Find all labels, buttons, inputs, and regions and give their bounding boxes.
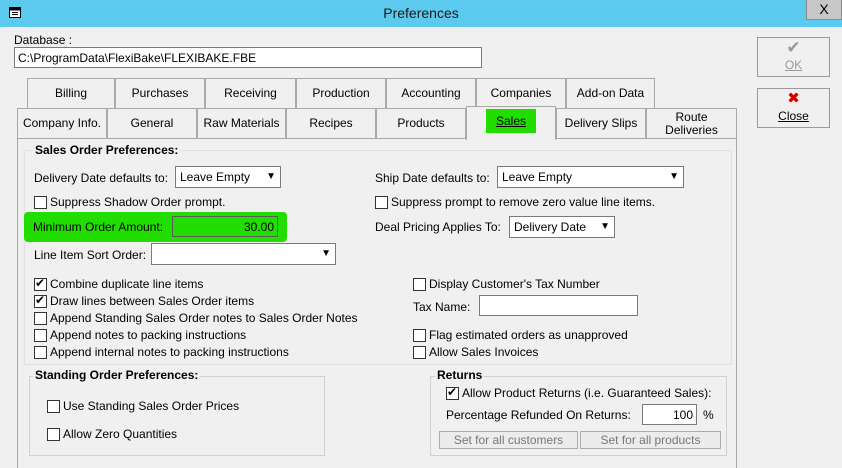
deal-pricing-value: Delivery Date (514, 220, 587, 234)
tab-raw-materials[interactable]: Raw Materials (197, 108, 286, 142)
database-path-input[interactable] (14, 47, 482, 68)
suppress-shadow-checkbox[interactable] (34, 196, 47, 209)
title-bar: Preferences (0, 0, 842, 27)
deal-pricing-label: Deal Pricing Applies To: (375, 220, 501, 234)
ok-button[interactable]: ✔ OK (757, 37, 830, 77)
returns-title: Returns (435, 368, 485, 382)
delivery-date-select[interactable]: Leave Empty ▼ (175, 166, 281, 188)
display-tax-label: Display Customer's Tax Number (429, 277, 600, 291)
draw-lines-checkbox[interactable] (34, 293, 47, 308)
tab-purchases[interactable]: Purchases (115, 78, 205, 110)
tab-add-on-data[interactable]: Add-on Data (566, 78, 655, 110)
delivery-date-value: Leave Empty (180, 170, 251, 184)
tax-name-input[interactable] (479, 295, 638, 316)
sort-order-select[interactable]: ▼ (151, 243, 336, 265)
chevron-down-icon: ▼ (321, 248, 331, 259)
flag-estimated-checkbox[interactable] (413, 329, 426, 342)
allow-invoices-label: Allow Sales Invoices (429, 345, 539, 359)
close-icon: ✖ (787, 90, 800, 107)
database-label: Database : (14, 33, 73, 47)
append-internal-label: Append internal notes to packing instruc… (50, 345, 289, 359)
chevron-down-icon: ▼ (669, 171, 679, 182)
check-icon: ✔ (786, 38, 801, 57)
tab-recipes[interactable]: Recipes (286, 108, 376, 142)
min-order-input[interactable] (172, 216, 278, 237)
tab-company-info[interactable]: Company Info. (17, 108, 107, 142)
draw-lines-label: Draw lines between Sales Order items (50, 294, 255, 308)
allow-returns-label: Allow Product Returns (i.e. Guaranteed S… (462, 386, 712, 400)
tab-sales-label: Sales (485, 109, 537, 133)
tab-products[interactable]: Products (376, 108, 466, 142)
allow-zero-label: Allow Zero Quantities (63, 427, 178, 441)
append-packing-label: Append notes to packing instructions (50, 328, 247, 342)
tab-accounting[interactable]: Accounting (386, 78, 476, 110)
window-title: Preferences (383, 5, 459, 21)
standing-order-group (29, 376, 325, 456)
ok-label: OK (784, 58, 803, 72)
chevron-down-icon: ▼ (600, 221, 610, 232)
chevron-down-icon: ▼ (266, 171, 276, 182)
window-close-button[interactable]: X (806, 0, 842, 20)
percentage-refunded-label: Percentage Refunded On Returns: (446, 408, 631, 422)
suppress-zero-checkbox[interactable] (375, 196, 388, 209)
deal-pricing-select[interactable]: Delivery Date ▼ (509, 216, 615, 238)
allow-zero-checkbox[interactable] (47, 428, 60, 441)
tab-production[interactable]: Production (296, 78, 386, 110)
append-standing-label: Append Standing Sales Order notes to Sal… (50, 311, 358, 325)
standing-prices-checkbox[interactable] (47, 400, 60, 413)
percent-unit: % (703, 408, 714, 422)
append-internal-checkbox[interactable] (34, 346, 47, 359)
tab-sales[interactable]: Sales (466, 106, 556, 140)
close-label: Close (778, 109, 809, 123)
sort-order-label: Line Item Sort Order: (34, 248, 147, 262)
ship-date-value: Leave Empty (502, 170, 573, 184)
ship-date-label: Ship Date defaults to: (375, 171, 490, 185)
tab-delivery-slips[interactable]: Delivery Slips (556, 108, 646, 142)
allow-returns-checkbox[interactable] (446, 385, 459, 400)
suppress-shadow-label: Suppress Shadow Order prompt. (50, 195, 226, 209)
set-all-customers-button[interactable]: Set for all customers (439, 431, 578, 449)
suppress-zero-label: Suppress prompt to remove zero value lin… (391, 195, 656, 209)
tax-name-label: Tax Name: (413, 300, 471, 314)
append-standing-checkbox[interactable] (34, 312, 47, 325)
combine-duplicate-checkbox[interactable] (34, 276, 47, 291)
ship-date-select[interactable]: Leave Empty ▼ (497, 166, 684, 188)
display-tax-checkbox[interactable] (413, 278, 426, 291)
tab-billing[interactable]: Billing (27, 78, 115, 110)
flag-estimated-label: Flag estimated orders as unapproved (429, 328, 628, 342)
allow-invoices-checkbox[interactable] (413, 346, 426, 359)
append-packing-checkbox[interactable] (34, 329, 47, 342)
tab-general[interactable]: General (107, 108, 197, 142)
standing-order-title: Standing Order Preferences: (33, 368, 201, 382)
close-button[interactable]: ✖ Close (757, 88, 830, 128)
sales-order-preferences-title: Sales Order Preferences: (33, 143, 181, 157)
combine-duplicate-label: Combine duplicate line items (50, 277, 204, 291)
tab-receiving[interactable]: Receiving (205, 78, 296, 110)
delivery-date-label: Delivery Date defaults to: (34, 171, 169, 185)
standing-prices-label: Use Standing Sales Order Prices (63, 399, 240, 413)
tab-route-deliveries[interactable]: Route Deliveries (646, 108, 737, 142)
min-order-label: Minimum Order Amount: (33, 220, 164, 234)
set-all-products-button[interactable]: Set for all products (580, 431, 721, 449)
percentage-refunded-input[interactable] (642, 404, 697, 425)
